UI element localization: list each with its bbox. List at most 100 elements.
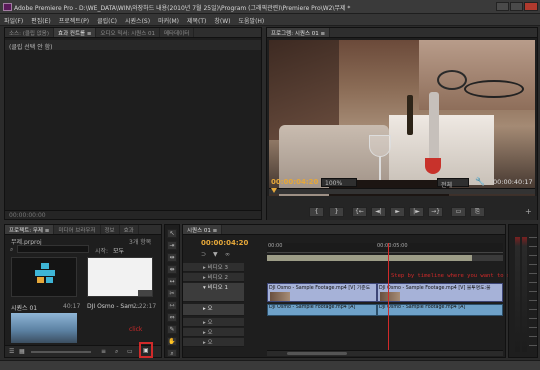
link-icon[interactable]: ∞ [225,251,230,258]
maximize-button[interactable] [510,2,523,11]
timeline-playhead[interactable] [388,243,389,353]
add-button-icon[interactable]: + [525,207,532,216]
tab-metadata[interactable]: 메타데이터 [160,28,195,37]
minimize-button[interactable] [496,2,509,11]
lift-button[interactable]: ▭ [451,207,466,217]
menu-bar: 파일(F) 편집(E) 프로젝트(P) 클립(C) 시퀀스(S) 마커(M) 제목(T) 창(… [0,14,540,26]
track-video-2[interactable]: ▸ 비디오 2 [183,273,244,282]
meter-right [522,237,527,352]
pen-tool-icon[interactable]: ✎ [167,325,177,334]
project-item-sequence[interactable] [11,257,77,297]
step-annotation: Step by timeline where you want to stop [391,273,521,279]
tab-effects[interactable]: 효과 [120,225,139,234]
sequence-name: 시퀀스 01 [11,305,38,312]
new-item-button[interactable]: ▣ [139,342,153,358]
track-audio-3[interactable]: ▸ 오 [183,328,244,337]
rolling-edit-tool-icon[interactable]: ⇼ [167,265,177,274]
program-duration-timecode: 00:00:40:17 [493,178,533,186]
hand-tool-icon[interactable]: ✋ [167,337,177,346]
audio-clip-a[interactable]: DJI Osmo - Sample Footage.mp4 [A] [267,304,377,316]
audio-clip-b[interactable]: DJI Osmo - Sample Footage.mp4 [A] [377,304,503,316]
menu-help[interactable]: 도움말(H) [235,14,269,25]
timeline-timecode[interactable]: 00:00:04:20 [201,239,248,247]
slide-tool-icon[interactable]: ⇔ [167,313,177,322]
project-panel: 프로젝트: 무제 ≡ 미디어 브라우저 정보 효과 무제.prproj 3개 항목 ⌕… [4,224,162,358]
icon-view-icon[interactable]: ▦ [19,348,25,355]
track-video-1[interactable]: ▾ 비디오 1 [183,283,244,302]
zoom-tool-icon[interactable]: ⌕ [167,349,177,357]
go-to-in-button[interactable]: {← [352,207,367,217]
zoom-dropdown[interactable]: 100% [321,178,357,187]
wrench-icon[interactable]: 🔧 [475,177,485,186]
ripple-edit-tool-icon[interactable]: ⇹ [167,253,177,262]
work-area-bar[interactable] [267,255,503,261]
timeline-panel: 시퀀스 01 ≡ 00:00:04:20 ⊃ ▼ ∞ 00:00 00:00:0… [182,224,520,358]
automate-icon[interactable]: ≡ [101,348,106,355]
track-audio-1[interactable]: ▸ 오 [183,304,244,316]
track-audio-2[interactable]: ▸ 오 [183,318,244,327]
sequence-duration: 40:17 [63,303,81,310]
ruler-label-5s: 00:00:05:00 [377,243,408,249]
track-audio-master[interactable]: ▸ 오 [183,338,244,347]
meter-scale [529,237,537,352]
tab-source[interactable]: 소스: (클립 없음) [5,28,55,37]
filmstrip-icon [138,290,152,296]
list-view-icon[interactable]: ☰ [9,348,14,355]
project-item-clip[interactable] [11,313,77,343]
tab-media-browser[interactable]: 미디어 브라우저 [54,225,101,234]
tab-project[interactable]: 프로젝트: 무제 ≡ [5,225,55,234]
menu-project[interactable]: 프로젝트(P) [55,14,93,25]
video-clip-b[interactable]: DJI Osmo - Sample Footage.mp4 [V] 불투명도:불 [377,283,503,302]
tab-sequence[interactable]: 시퀀스 01 ≡ [183,225,223,234]
search-in-label: 시작: [95,248,109,255]
tab-effect-controls[interactable]: 효과 컨트롤 ≡ [54,28,97,37]
search-input[interactable] [17,245,89,253]
menu-clip[interactable]: 클립(C) [93,14,121,25]
track-select-tool-icon[interactable]: ⇥ [167,241,177,250]
rate-stretch-tool-icon[interactable]: ↔ [167,277,177,286]
search-icon: ⌕ [10,246,14,253]
go-to-out-button[interactable]: →} [428,207,443,217]
time-ruler[interactable]: 00:00 00:00:05:00 [267,243,503,253]
mark-in-button[interactable]: { [309,207,324,217]
program-scrub-bar[interactable] [269,188,535,194]
menu-sequence[interactable]: 시퀀스(S) [121,14,154,25]
zoom-slider[interactable] [31,351,91,353]
tab-audio-mixer[interactable]: 오디오 믹서: 시퀀스 01 [96,28,160,37]
program-monitor: 프로그램: 시퀀스 01 ≡ 00:00:04:20 100% 전체 🔧 00:… [266,27,538,220]
razor-tool-icon[interactable]: ✂ [167,289,177,298]
ruler-label-start: 00:00 [268,243,283,249]
footage-name: DJI Osmo - Sam... [87,303,140,310]
tab-info[interactable]: 정보 [101,225,120,234]
project-item-footage[interactable] [87,257,153,297]
find-icon[interactable]: ⌕ [115,348,118,356]
slip-tool-icon[interactable]: ⇿ [167,301,177,310]
step-back-button[interactable]: ◄| [371,207,386,217]
video-clip-a[interactable]: DJI Osmo - Sample Footage.mp4 [V] 기준도 [267,283,377,302]
marker-icon[interactable]: ▼ [213,251,218,258]
timeline-scrollbar[interactable] [267,350,503,356]
mark-out-button[interactable]: } [329,207,344,217]
source-timecode: 00:00:00:00 [5,210,261,219]
playhead-marker-icon[interactable] [271,188,277,193]
menu-marker[interactable]: 마커(M) [154,14,183,25]
snap-icon[interactable]: ⊃ [201,251,206,258]
menu-edit[interactable]: 편집(E) [27,14,55,25]
menu-title[interactable]: 제목(T) [183,14,210,25]
audio-meters [508,224,538,358]
search-in-dropdown[interactable]: 모두 [113,246,124,255]
menu-file[interactable]: 파일(F) [0,14,27,25]
play-button[interactable]: ► [390,207,405,217]
selection-tool-icon[interactable]: ↖ [167,229,177,238]
menu-window[interactable]: 창(W) [210,14,234,25]
track-video-3[interactable]: ▸ 비디오 3 [183,263,244,272]
new-bin-icon[interactable]: ▭ [127,348,133,355]
program-current-timecode[interactable]: 00:00:04:20 [271,178,318,186]
window-title: Adobe Premiere Pro - D:\WE_DATA\WIN\와장하드… [14,5,351,12]
title-bar: Adobe Premiere Pro - D:\WE_DATA\WIN\와장하드… [0,0,540,14]
step-forward-button[interactable]: |► [409,207,424,217]
resolution-dropdown[interactable]: 전체 [437,178,469,189]
export-frame-button[interactable]: ⎘ [470,207,485,217]
tab-program[interactable]: 프로그램: 시퀀스 01 ≡ [267,28,331,37]
close-button[interactable] [524,2,538,11]
